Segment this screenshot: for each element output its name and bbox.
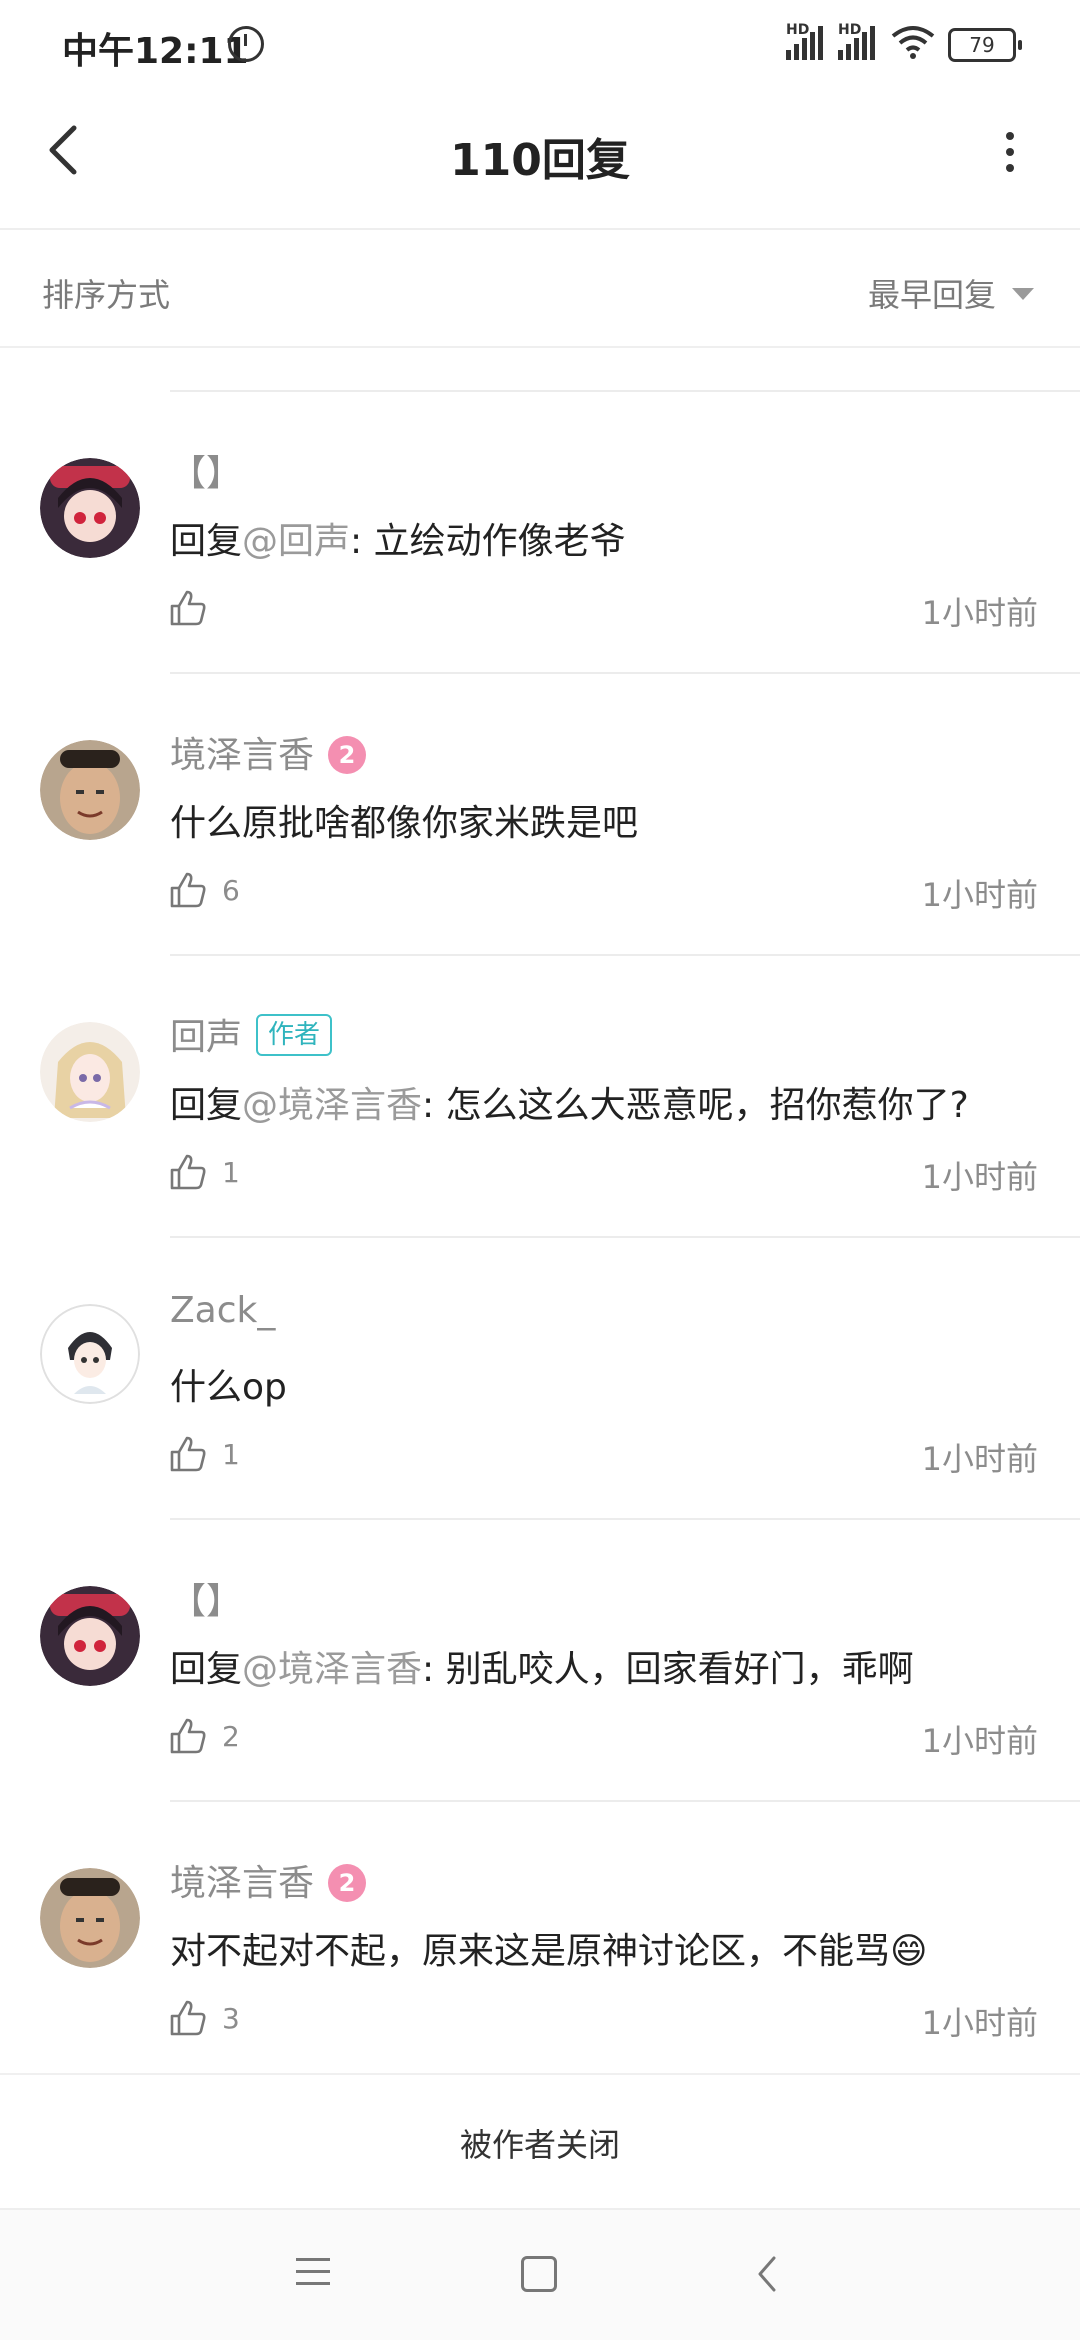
comment-username[interactable]: 境泽言香 2: [170, 726, 367, 778]
divider: [0, 346, 1080, 348]
back-icon: [758, 2256, 776, 2292]
more-dot-icon: [1006, 148, 1014, 156]
nav-back-button[interactable]: [748, 2254, 788, 2294]
divider: [170, 1518, 1080, 1520]
thumbs-up-icon: [170, 872, 206, 908]
comment-username[interactable]: Zack_: [170, 1290, 275, 1331]
page-title: 110回复: [450, 135, 630, 186]
divider: [170, 954, 1080, 956]
comment-time: 1小时前: [921, 1158, 1038, 1196]
like-count: 6: [222, 874, 240, 907]
comment-item: 境泽言香 2 什么原批啥都像你家米跌是吧 6 1小时前: [0, 735, 1080, 1022]
mention-link[interactable]: @境泽言香: [242, 1085, 422, 1126]
comment-item: Zack_ 什么op 1 1小时前: [0, 1290, 1080, 1586]
like-button[interactable]: [168, 588, 208, 628]
comment-body: 对不起对不起，原来这是原神讨论区，不能骂😄: [170, 1931, 928, 1972]
comment-body: 什么原批啥都像你家米跌是吧: [170, 803, 639, 844]
comment-body: : 别乱咬人，回家看好门，乖啊: [422, 1649, 914, 1690]
username-text: Zack_: [170, 1290, 276, 1331]
comment-text: 对不起对不起，原来这是原神讨论区，不能骂😄: [170, 1922, 928, 1974]
comment-item: 【】 回复@回声: 立绘动作像老爷 1小时前: [0, 453, 1080, 740]
like-count: 2: [222, 1720, 240, 1753]
sort-label: 排序方式: [42, 276, 171, 314]
comment-body: : 怎么这么大恶意呢，招你惹你了?: [422, 1085, 969, 1126]
username-text: 境泽言香: [170, 735, 315, 776]
sort-dropdown[interactable]: 最早回复: [868, 270, 996, 316]
comment-body: 什么op: [170, 1367, 287, 1408]
mention-link[interactable]: @回声: [242, 521, 350, 562]
reply-prefix: 回复: [170, 521, 243, 562]
like-count: 1: [222, 1438, 240, 1471]
home-icon[interactable]: [521, 2256, 557, 2292]
thumbs-up-icon: [170, 590, 206, 626]
battery-icon: 79: [948, 28, 1022, 62]
like-button[interactable]: [168, 1152, 208, 1192]
like-button[interactable]: [168, 1434, 208, 1474]
level-badge: 2: [328, 1864, 367, 1902]
comment-text: 什么op: [170, 1358, 287, 1410]
status-time: 中午12:11: [62, 31, 249, 72]
comment-username[interactable]: 回声 作者: [170, 1008, 333, 1060]
signal-label: HD: [838, 22, 862, 38]
comment-username[interactable]: 【】: [170, 444, 242, 496]
comment-time: 1小时前: [921, 2004, 1038, 2042]
comment-time: 1小时前: [921, 594, 1038, 632]
comment-username[interactable]: 境泽言香 2: [170, 1854, 367, 1906]
avatar[interactable]: [40, 740, 140, 840]
thumbs-up-icon: [170, 2000, 206, 2036]
divider: [170, 1236, 1080, 1238]
comment-item: 【】 回复@境泽言香: 别乱咬人，回家看好门，乖啊 2 1小时前: [0, 1581, 1080, 1868]
comment-text: 回复@境泽言香: 怎么这么大恶意呢，招你惹你了?: [170, 1076, 969, 1128]
avatar[interactable]: [40, 458, 140, 558]
comment-body: : 立绘动作像老爷: [350, 521, 626, 562]
like-button[interactable]: [168, 870, 208, 910]
more-options-button[interactable]: [990, 132, 1030, 182]
divider: [170, 1800, 1080, 1802]
comment-item: 回声 作者 回复@境泽言香: 怎么这么大恶意呢，招你惹你了? 1 1小时前: [0, 1014, 1080, 1304]
more-dot-icon: [1006, 164, 1014, 172]
thumbs-up-icon: [170, 1436, 206, 1472]
comment-text: 什么原批啥都像你家米跌是吧: [170, 794, 638, 846]
like-button[interactable]: [168, 1998, 208, 2038]
alarm-icon: [228, 26, 264, 62]
thumbs-up-icon: [170, 1718, 206, 1754]
divider: [0, 228, 1080, 230]
signal-label: HD: [786, 22, 810, 38]
avatar[interactable]: [40, 1022, 140, 1122]
avatar[interactable]: [40, 1868, 140, 1968]
more-dot-icon: [1006, 132, 1014, 140]
like-button[interactable]: [168, 1716, 208, 1756]
username-text: 回声: [170, 1017, 243, 1058]
avatar[interactable]: [40, 1304, 140, 1404]
closed-notice: 被作者关闭: [459, 2126, 620, 2164]
comment-text: 回复@回声: 立绘动作像老爷: [170, 512, 626, 564]
signal-icon: HD: [838, 22, 875, 60]
wifi-icon: [890, 24, 936, 69]
comment-time: 1小时前: [921, 876, 1038, 914]
comment-time: 1小时前: [921, 1722, 1038, 1760]
divider: [170, 672, 1080, 674]
author-badge: 作者: [256, 1014, 333, 1056]
mention-link[interactable]: @境泽言香: [242, 1649, 422, 1690]
comment-text: 回复@境泽言香: 别乱咬人，回家看好门，乖啊: [170, 1640, 914, 1692]
signal-icon: HD: [786, 22, 823, 60]
thumbs-up-icon: [170, 1154, 206, 1190]
reply-prefix: 回复: [170, 1085, 243, 1126]
username-text: 境泽言香: [170, 1863, 315, 1904]
comment-time: 1小时前: [921, 1440, 1038, 1478]
username-text: 【】: [170, 1581, 243, 1622]
divider: [170, 390, 1080, 392]
comment-username[interactable]: 【】: [170, 1572, 242, 1624]
username-text: 【】: [170, 453, 243, 494]
like-count: 1: [222, 1156, 240, 1189]
like-count: 3: [222, 2002, 240, 2035]
menu-icon[interactable]: [296, 2258, 330, 2294]
reply-prefix: 回复: [170, 1649, 243, 1690]
level-badge: 2: [328, 736, 367, 774]
avatar[interactable]: [40, 1586, 140, 1686]
caret-down-icon[interactable]: [1012, 288, 1034, 300]
